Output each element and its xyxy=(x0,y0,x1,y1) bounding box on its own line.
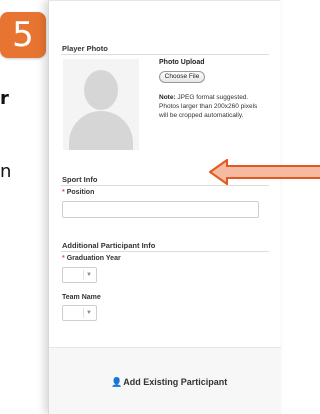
side-text-r: r xyxy=(0,88,9,109)
player-photo-title: Player Photo xyxy=(62,44,108,53)
participant-form-panel: Player Photo Photo Upload Choose File No… xyxy=(48,0,320,414)
team-name-label: Team Name xyxy=(62,294,101,301)
arrow-left-icon xyxy=(209,159,320,185)
sport-info-title: Sport Info xyxy=(62,175,98,184)
photo-upload-label: Photo Upload xyxy=(159,59,205,66)
step-number-badge: 5 xyxy=(0,12,46,58)
avatar-head-shape xyxy=(84,70,118,110)
section-divider xyxy=(61,185,269,186)
photo-upload-note: Note: JPEG format suggested. Photos larg… xyxy=(159,93,264,120)
add-existing-participant-label: Add Existing Participant xyxy=(123,377,228,387)
avatar-body-shape xyxy=(69,111,133,150)
section-divider xyxy=(61,54,269,55)
graduation-year-label-text: Graduation Year xyxy=(66,255,121,262)
position-label: * Position xyxy=(62,189,94,196)
position-label-text: Position xyxy=(66,189,95,196)
graduation-year-label: * Graduation Year xyxy=(62,255,121,262)
caret-down-icon: ▼ xyxy=(86,310,92,316)
add-existing-participant-button[interactable]: 👤Add Existing Participant xyxy=(111,377,227,388)
side-text-n: n xyxy=(0,161,12,182)
position-input[interactable] xyxy=(62,201,259,218)
additional-info-title: Additional Participant Info xyxy=(62,241,156,250)
avatar-placeholder xyxy=(63,59,139,150)
team-name-select[interactable]: ▼ xyxy=(62,305,97,321)
choose-file-button[interactable]: Choose File xyxy=(159,71,205,83)
required-marker: * xyxy=(62,255,65,262)
user-icon: 👤 xyxy=(111,377,123,387)
note-prefix: Note: xyxy=(159,94,176,101)
caret-down-icon: ▼ xyxy=(86,272,92,278)
required-marker: * xyxy=(62,189,65,196)
graduation-year-select[interactable]: ▼ xyxy=(62,267,97,283)
select-divider xyxy=(83,308,84,318)
select-divider xyxy=(83,270,84,280)
section-divider xyxy=(61,251,269,252)
